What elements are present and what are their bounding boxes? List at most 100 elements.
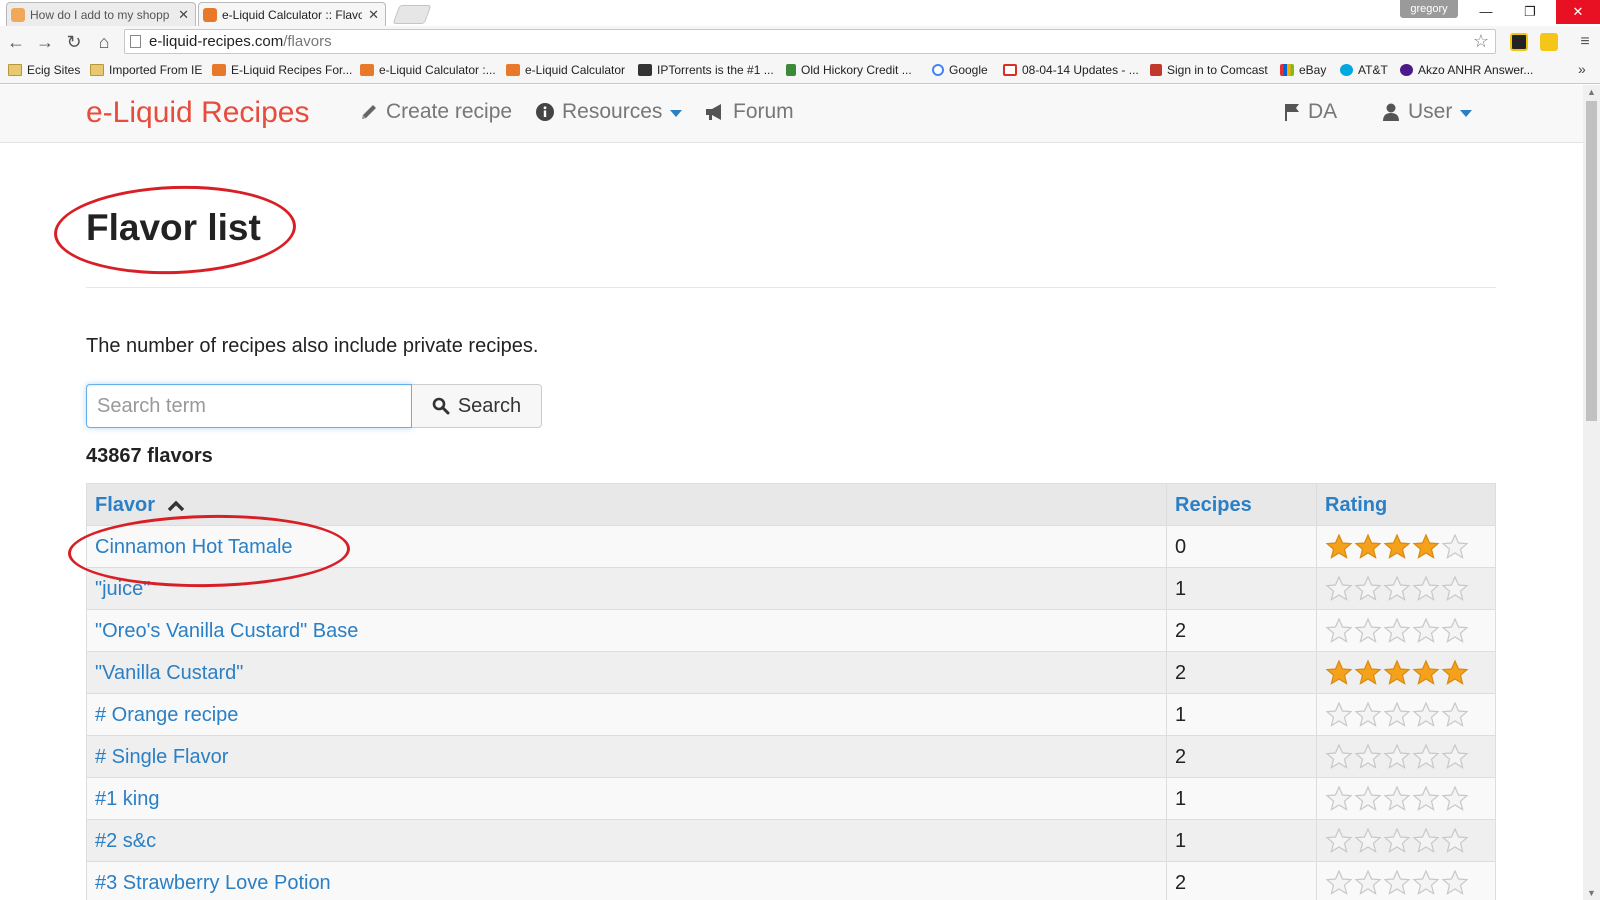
eliquid-favicon-icon (360, 64, 374, 76)
bookmark-item[interactable]: E-Liquid Recipes For... (212, 63, 352, 77)
bookmark-item[interactable]: Old Hickory Credit ... (786, 63, 912, 77)
scrollbar-thumb[interactable] (1586, 101, 1597, 421)
browser-tab-active[interactable]: e-Liquid Calculator :: Flavo ✕ (198, 2, 386, 26)
tab-title: e-Liquid Calculator :: Flavo (222, 7, 363, 22)
nav-forum[interactable]: Forum (705, 100, 794, 124)
flavor-count: 43867 flavors (86, 445, 213, 467)
close-tab-icon[interactable]: ✕ (368, 7, 379, 23)
column-header-recipes[interactable]: Recipes (1166, 484, 1316, 526)
extension-icon[interactable] (1510, 33, 1528, 51)
nav-create-recipe[interactable]: Create recipe (360, 100, 512, 124)
profile-badge[interactable]: gregory (1400, 0, 1458, 18)
flavor-link[interactable]: #3 Strawberry Love Potion (95, 872, 331, 894)
recipe-count-cell: 0 (1166, 526, 1316, 568)
star-filled-icon (1325, 659, 1353, 685)
back-icon[interactable]: ← (4, 30, 28, 54)
star-rating (1325, 533, 1469, 561)
flavor-link[interactable]: # Orange recipe (95, 704, 238, 726)
close-tab-icon[interactable]: ✕ (178, 7, 189, 23)
recipe-count-cell: 1 (1166, 820, 1316, 862)
search-input[interactable] (86, 384, 412, 428)
bookmark-star-icon[interactable]: ☆ (1473, 30, 1489, 53)
scroll-up-icon[interactable]: ▲ (1583, 85, 1600, 99)
flavor-link[interactable]: # Single Flavor (95, 746, 228, 768)
star-rating (1325, 869, 1469, 897)
star-rating (1325, 785, 1469, 813)
info-icon (536, 103, 554, 121)
star-rating (1325, 617, 1469, 645)
bookmark-item[interactable]: AT&T (1340, 63, 1388, 77)
url-path: /flavors (283, 33, 332, 50)
bookmark-item[interactable]: Sign in to Comcast (1150, 63, 1268, 77)
flavor-cell: #3 Strawberry Love Potion (87, 862, 1166, 900)
bookmark-item[interactable]: Imported From IE (90, 63, 202, 77)
forward-icon[interactable]: → (33, 30, 57, 54)
restore-icon[interactable]: ❐ (1508, 0, 1552, 24)
google-favicon-icon (932, 64, 944, 76)
chevron-down-icon (670, 109, 683, 117)
divider (86, 287, 1496, 288)
chevron-down-icon (1460, 109, 1473, 117)
page-scrollbar[interactable]: ▲ ▼ (1583, 85, 1600, 900)
nav-resources-dropdown[interactable]: Resources (536, 100, 683, 124)
search-button[interactable]: Search (412, 384, 542, 428)
star-empty-icon (1383, 743, 1411, 769)
star-empty-icon (1325, 785, 1353, 811)
flavor-link[interactable]: #1 king (95, 788, 160, 810)
star-rating (1325, 701, 1469, 729)
address-bar[interactable]: e-liquid-recipes.com/flavors ☆ (124, 29, 1496, 54)
bookmark-item[interactable]: eBay (1280, 63, 1326, 77)
flavor-cell: #1 king (87, 778, 1166, 820)
window-close-icon[interactable]: ✕ (1556, 0, 1600, 24)
extension-icon[interactable] (1540, 33, 1558, 51)
bookmark-item[interactable]: Ecig Sites (8, 63, 80, 77)
rating-cell (1316, 862, 1495, 900)
rating-cell (1316, 610, 1495, 652)
star-filled-icon (1383, 659, 1411, 685)
star-empty-icon (1325, 617, 1353, 643)
recipe-count-cell: 2 (1166, 652, 1316, 694)
table-row: # Single Flavor 2 (87, 736, 1495, 778)
minimize-icon[interactable]: — (1464, 0, 1508, 24)
star-rating (1325, 575, 1469, 603)
rating-cell (1316, 820, 1495, 862)
star-empty-icon (1354, 827, 1382, 853)
folder-icon (8, 64, 22, 76)
bookmark-item[interactable]: e-Liquid Calculator :... (360, 63, 496, 77)
rating-cell (1316, 736, 1495, 778)
att-favicon-icon (1340, 64, 1353, 76)
star-empty-icon (1325, 827, 1353, 853)
user-icon (1382, 103, 1400, 121)
bookmark-item[interactable]: e-Liquid Calculator (506, 63, 625, 77)
bookmark-item[interactable]: Google (932, 63, 988, 77)
browser-tab[interactable]: How do I add to my shopp ✕ (6, 2, 196, 26)
bookmark-item[interactable]: 08-04-14 Updates - ... (1003, 63, 1139, 77)
bookmark-item[interactable]: IPTorrents is the #1 ... (638, 63, 774, 77)
menu-icon[interactable]: ≡ (1573, 30, 1597, 54)
home-icon[interactable]: ⌂ (92, 30, 116, 54)
star-empty-icon (1441, 617, 1469, 643)
new-tab-button[interactable] (392, 5, 432, 24)
nav-language[interactable]: DA (1284, 100, 1337, 124)
ipt-favicon-icon (638, 64, 652, 76)
oldhickory-favicon-icon (786, 64, 796, 76)
star-empty-icon (1412, 617, 1440, 643)
table-body: Cinnamon Hot Tamale 0 "juice" 1 "Oreo's Vani… (87, 526, 1495, 900)
more-bookmarks-icon[interactable]: » (1578, 61, 1586, 77)
flavor-link[interactable]: "Vanilla Custard" (95, 662, 243, 684)
flavor-cell: #2 s&c (87, 820, 1166, 862)
nav-user-dropdown[interactable]: User (1382, 100, 1473, 124)
flavor-link[interactable]: "Oreo's Vanilla Custard" Base (95, 620, 358, 642)
rating-cell (1316, 694, 1495, 736)
scroll-down-icon[interactable]: ▼ (1583, 886, 1600, 900)
bookmark-item[interactable]: Akzo ANHR Answer... (1400, 63, 1533, 77)
reload-icon[interactable]: ↻ (62, 30, 86, 54)
recipe-count-cell: 1 (1166, 568, 1316, 610)
flavor-cell: "Vanilla Custard" (87, 652, 1166, 694)
star-filled-icon (1354, 659, 1382, 685)
flavor-link[interactable]: #2 s&c (95, 830, 156, 852)
column-header-rating[interactable]: Rating (1316, 484, 1495, 526)
star-empty-icon (1383, 575, 1411, 601)
flavor-cell: # Single Flavor (87, 736, 1166, 778)
site-brand[interactable]: e-Liquid Recipes (86, 96, 309, 130)
